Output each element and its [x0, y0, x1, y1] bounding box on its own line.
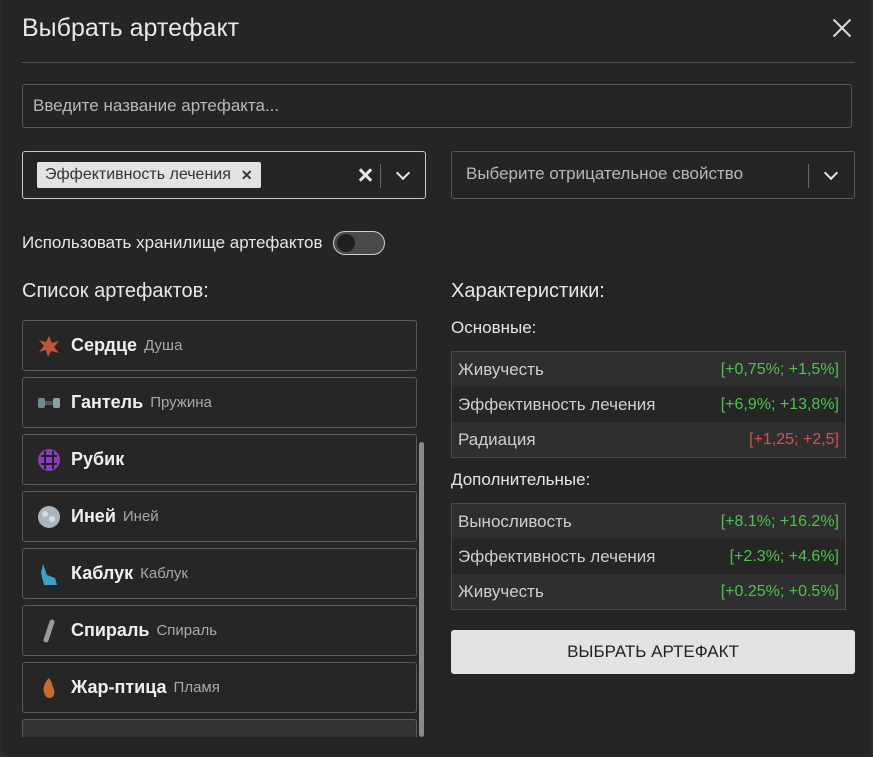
stat-value: [+8.1%; +16.2%] — [720, 512, 839, 530]
item-subtitle: Иней — [122, 508, 159, 525]
storage-toggle[interactable] — [332, 231, 385, 255]
dumbbell-artifact-icon — [35, 389, 63, 417]
item-subtitle: Спираль — [156, 622, 218, 639]
divider — [22, 62, 855, 63]
artifact-list: Сердце Душа Гантель Пружина Рубик Иней И… — [22, 320, 432, 737]
list-item[interactable]: Каблук Каблук — [22, 548, 417, 599]
item-name: Жар-птица — [71, 677, 167, 697]
close-icon[interactable] — [828, 14, 856, 42]
select-artifact-button[interactable]: ВЫБРАТЬ АРТЕФАКТ — [451, 630, 855, 674]
item-name: Рубик — [71, 449, 125, 469]
artifact-dialog: Выбрать артефакт Эффективность лечения ✕… — [2, 0, 871, 755]
stat-row: Выносливость [+8.1%; +16.2%] — [452, 504, 845, 539]
stat-name: Эффективность лечения — [458, 394, 656, 414]
frost-artifact-icon — [35, 503, 63, 531]
list-item[interactable]: Гантель Пружина — [22, 377, 417, 428]
main-stats-title: Основные: — [451, 318, 537, 337]
item-subtitle: Каблук — [140, 565, 188, 582]
item-subtitle: Пламя — [173, 679, 220, 696]
separator — [380, 164, 381, 188]
stat-value: [+0.25%; +0.5%] — [720, 582, 839, 600]
list-item[interactable]: Спираль Спираль — [22, 605, 417, 656]
list-scrollbar[interactable] — [419, 442, 424, 737]
chevron-down-icon[interactable] — [822, 166, 840, 184]
search-input[interactable] — [22, 84, 852, 128]
stat-row: Радиация [+1,25; +2,5] — [452, 422, 845, 457]
firebird-artifact-icon — [35, 674, 63, 702]
toggle-knob — [336, 234, 355, 252]
list-item[interactable]: Сердце Душа — [22, 320, 417, 371]
selected-chip: Эффективность лечения ✕ — [37, 162, 261, 188]
chip-remove-icon[interactable]: ✕ — [241, 162, 253, 188]
stat-name: Эффективность лечения — [458, 546, 656, 566]
stats-title: Характеристики: — [451, 280, 605, 302]
heart-artifact-icon — [35, 332, 63, 360]
stat-name: Живучесть — [458, 359, 544, 379]
list-item[interactable] — [22, 719, 417, 737]
chip-label: Эффективность лечения — [45, 166, 231, 183]
separator — [808, 164, 809, 188]
positive-property-select[interactable]: Эффективность лечения ✕ — [22, 151, 426, 199]
item-name: Спираль — [71, 620, 150, 640]
stat-value: [+2.3%; +4.6%] — [729, 547, 839, 565]
stat-name: Живучесть — [458, 581, 544, 601]
stat-value: [+6,9%; +13,8%] — [720, 395, 839, 413]
item-subtitle: Душа — [144, 337, 183, 354]
spiral-artifact-icon — [35, 617, 63, 645]
main-stats-table: Живучесть [+0,75%; +1,5%] Эффективность л… — [451, 351, 846, 458]
clear-icon[interactable] — [353, 162, 377, 188]
list-item[interactable]: Иней Иней — [22, 491, 417, 542]
stat-value: [+0,75%; +1,5%] — [720, 360, 839, 378]
list-title: Список артефактов: — [22, 280, 209, 302]
extra-stats-table: Выносливость [+8.1%; +16.2%] Эффективност… — [451, 503, 846, 610]
item-name: Гантель — [71, 392, 144, 412]
item-subtitle: Пружина — [150, 394, 212, 411]
stat-value: [+1,25; +2,5] — [749, 430, 839, 448]
cube-artifact-icon — [35, 446, 63, 474]
item-name: Сердце — [71, 335, 138, 355]
stat-name: Выносливость — [458, 511, 572, 531]
item-name: Иней — [71, 506, 116, 526]
negative-property-select[interactable]: Выберите отрицательное свойство — [451, 151, 855, 199]
heel-artifact-icon — [35, 560, 63, 588]
stat-row: Эффективность лечения [+2.3%; +4.6%] — [452, 539, 845, 574]
storage-toggle-label: Использовать хранилище артефактов — [22, 233, 323, 252]
stat-row: Живучесть [+0,75%; +1,5%] — [452, 352, 845, 387]
stat-row: Живучесть [+0.25%; +0.5%] — [452, 574, 845, 609]
extra-stats-title: Дополнительные: — [451, 470, 591, 489]
stat-row: Эффективность лечения [+6,9%; +13,8%] — [452, 387, 845, 422]
chevron-down-icon[interactable] — [394, 166, 412, 184]
stat-name: Радиация — [458, 429, 536, 449]
list-item[interactable]: Рубик — [22, 434, 417, 485]
list-item[interactable]: Жар-птица Пламя — [22, 662, 417, 713]
select-placeholder: Выберите отрицательное свойство — [466, 164, 744, 183]
item-name: Каблук — [71, 563, 134, 583]
storage-toggle-row: Использовать хранилище артефактов — [22, 231, 385, 255]
dialog-title: Выбрать артефакт — [22, 14, 240, 42]
